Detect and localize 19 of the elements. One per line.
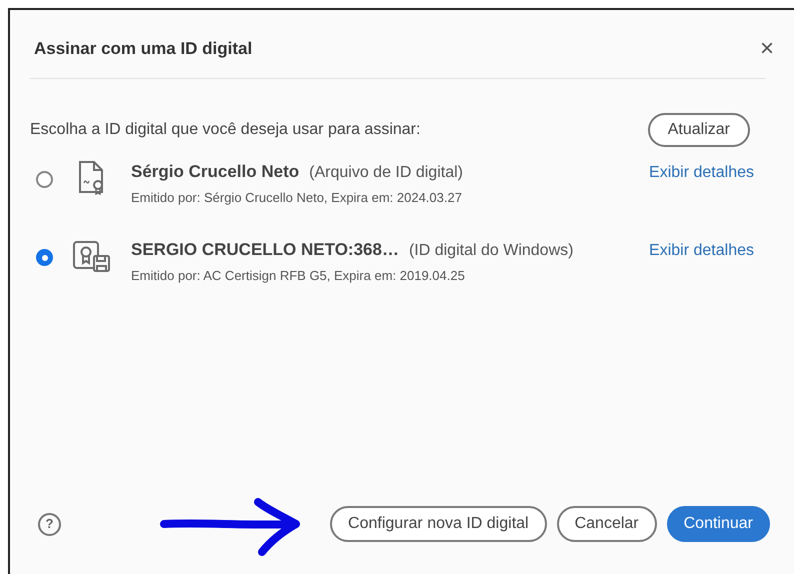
close-button[interactable]: × <box>760 36 774 61</box>
radio-button[interactable] <box>36 170 53 188</box>
details-link[interactable]: Exibir detalhes <box>649 158 754 184</box>
radio-button[interactable] <box>36 249 53 266</box>
certificate-disk-icon <box>72 239 112 273</box>
dialog-button[interactable]: Configurar nova ID digital <box>330 506 547 542</box>
refresh-button[interactable]: Atualizar <box>648 112 750 146</box>
id-name: SERGIO CRUCELLO NETO:368… <box>131 239 399 261</box>
id-issuer-text: Emitido por: AC Certisign RFB G5, Expira em: 2019.04.25 <box>131 267 466 285</box>
help-icon[interactable]: ? <box>38 512 61 536</box>
id-type: (Arquivo de ID digital) <box>309 162 463 182</box>
dialog-button[interactable]: Cancelar <box>556 506 657 542</box>
id-issuer-text: Emitido por: Sérgio Crucello Neto, Expira em: 2024.03.27 <box>131 188 463 207</box>
dialog-title: Assinar com uma ID digital <box>34 38 252 60</box>
details-link[interactable]: Exibir detalhes <box>649 237 754 263</box>
continue-button[interactable]: Continuar <box>666 506 770 542</box>
instruction-text: Escolha a ID digital que você deseja usar para assinar: <box>30 120 420 140</box>
id-type: (ID digital do Windows) <box>408 241 574 261</box>
id-name: Sérgio Crucello Neto <box>131 160 300 183</box>
